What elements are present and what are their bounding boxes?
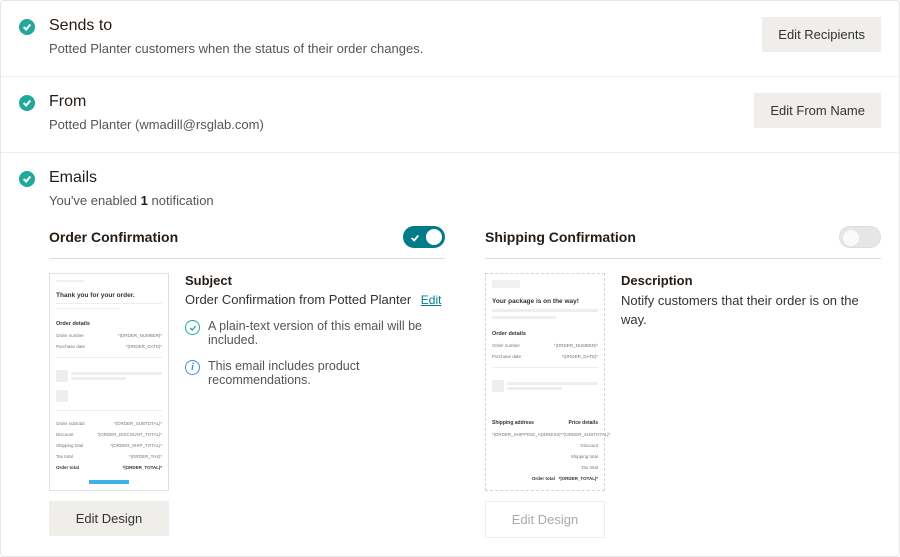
description-value: Notify customers that their order is on … xyxy=(621,292,881,330)
note-text: This email includes product recommendati… xyxy=(208,359,445,387)
section-subtext: Potted Planter customers when the status… xyxy=(49,41,750,56)
toggle-shipping-confirmation[interactable] xyxy=(839,226,881,248)
subject-value: Order Confirmation from Potted Planter xyxy=(185,292,411,307)
email-thumbnail: Thank you for your order. Order details … xyxy=(49,273,169,491)
card-title: Shipping Confirmation xyxy=(485,229,636,245)
note-plaintext: A plain-text version of this email will … xyxy=(185,319,445,347)
toggle-knob xyxy=(426,229,442,245)
toggle-order-confirmation[interactable] xyxy=(403,226,445,248)
edit-design-button-disabled: Edit Design xyxy=(485,501,605,538)
enabled-pre: You've enabled xyxy=(49,193,141,208)
section-body: Emails You've enabled 1 notification xyxy=(49,169,881,208)
section-body: From Potted Planter (wmadill@rsglab.com) xyxy=(49,93,742,132)
section-emails: Emails You've enabled 1 notification xyxy=(1,153,899,214)
check-icon xyxy=(19,95,35,111)
edit-from-name-button[interactable]: Edit From Name xyxy=(754,93,881,128)
emails-grid: Order Confirmation Thank you for your or… xyxy=(1,214,899,556)
section-subtext: You've enabled 1 notification xyxy=(49,193,881,208)
email-thumbnail: Your package is on the way! Order detail… xyxy=(485,273,605,491)
card-body: Your package is on the way! Order detail… xyxy=(485,273,881,491)
check-icon xyxy=(19,19,35,35)
enabled-post: notification xyxy=(148,193,214,208)
settings-panel: Sends to Potted Planter customers when t… xyxy=(0,0,900,557)
card-body: Thank you for your order. Order details … xyxy=(49,273,445,491)
section-title: Sends to xyxy=(49,17,750,35)
section-from: From Potted Planter (wmadill@rsglab.com)… xyxy=(1,77,899,153)
section-sends-to: Sends to Potted Planter customers when t… xyxy=(1,1,899,77)
check-circle-icon xyxy=(185,320,200,335)
edit-design-button[interactable]: Edit Design xyxy=(49,501,169,536)
section-title: Emails xyxy=(49,169,881,187)
card-title: Order Confirmation xyxy=(49,229,178,245)
note-recommendations: i This email includes product recommenda… xyxy=(185,359,445,387)
check-icon xyxy=(19,171,35,187)
enabled-count: 1 xyxy=(141,193,148,208)
email-card-order-confirmation: Order Confirmation Thank you for your or… xyxy=(49,226,445,538)
card-header: Shipping Confirmation xyxy=(485,226,881,259)
card-meta: Subject Order Confirmation from Potted P… xyxy=(185,273,445,491)
card-meta: Description Notify customers that their … xyxy=(621,273,881,491)
section-body: Sends to Potted Planter customers when t… xyxy=(49,17,750,56)
subject-label: Subject xyxy=(185,273,445,288)
toggle-knob xyxy=(843,230,859,246)
note-text: A plain-text version of this email will … xyxy=(208,319,445,347)
thumb-headline: Thank you for your order. xyxy=(56,292,162,299)
info-icon: i xyxy=(185,360,200,375)
section-title: From xyxy=(49,93,742,111)
thumb-headline: Your package is on the way! xyxy=(492,298,598,305)
edit-subject-link[interactable]: Edit xyxy=(421,293,442,307)
edit-recipients-button[interactable]: Edit Recipients xyxy=(762,17,881,52)
description-label: Description xyxy=(621,273,881,288)
section-subtext: Potted Planter (wmadill@rsglab.com) xyxy=(49,117,742,132)
card-header: Order Confirmation xyxy=(49,226,445,259)
email-card-shipping-confirmation: Shipping Confirmation Your package is on… xyxy=(485,226,881,538)
